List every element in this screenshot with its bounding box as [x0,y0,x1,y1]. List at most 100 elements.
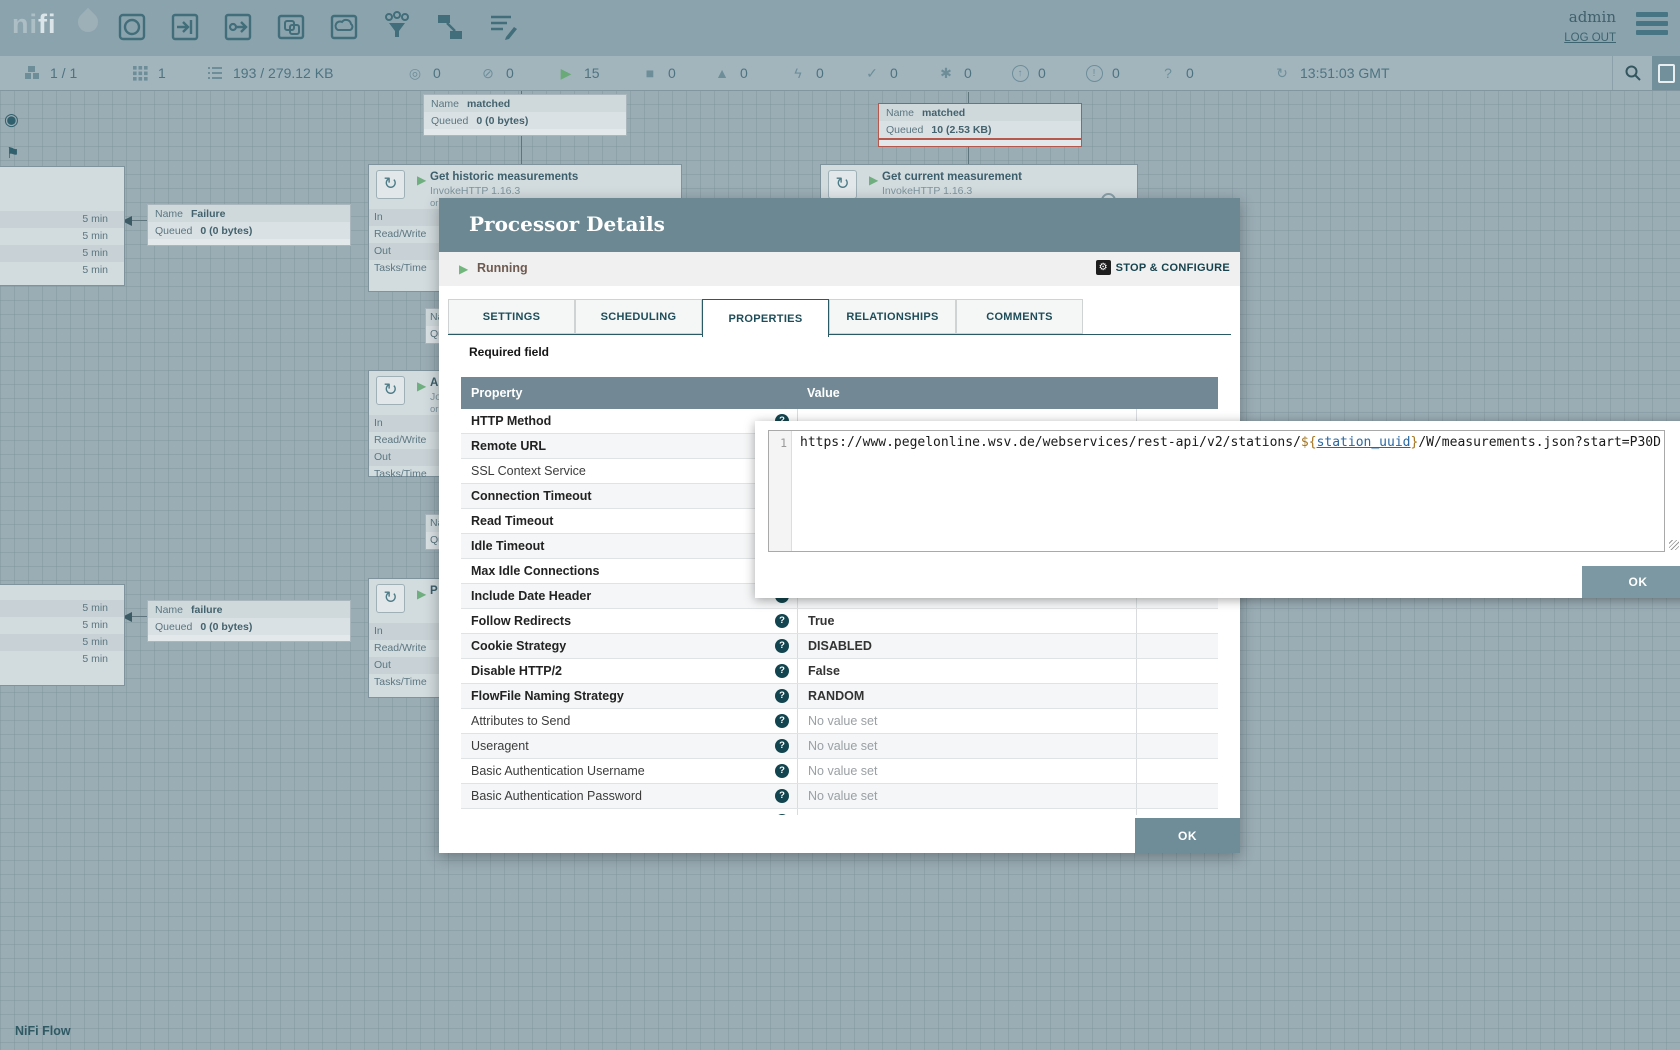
property-value[interactable]: No value set [797,734,1136,758]
label-icon[interactable] [488,11,518,43]
property-extra-cell [1136,784,1218,808]
tab-relationships[interactable]: RELATIONSHIPS [829,299,956,334]
primary-node-badge-icon: ◉ [4,110,19,130]
status-counter-running: ▶15 [556,56,600,90]
tab-comments[interactable]: COMMENTS [956,299,1083,334]
input-port-icon[interactable] [170,11,200,43]
property-row[interactable]: Useragent?No value set [461,734,1218,759]
processor-offscreen-left[interactable]: 5 min 5 min 5 min 5 min [0,584,125,686]
property-row[interactable]: Cookie Strategy?DISABLED [461,634,1218,659]
property-value[interactable]: False [797,659,1136,683]
connection-label-highlighted[interactable]: Namematched Queued10 (2.53 KB) [878,103,1082,147]
help-icon[interactable]: ? [775,689,789,703]
value-editor-textarea[interactable]: 1 https://www.pegelonline.wsv.de/webserv… [768,430,1665,552]
property-extra-cell [1136,709,1218,733]
property-row[interactable]: Follow Redirects?True [461,609,1218,634]
editor-ok-button[interactable]: OK [1582,566,1680,598]
global-menu-icon[interactable] [1636,12,1668,38]
grid-icon [130,65,150,81]
property-value[interactable]: No value set [797,709,1136,733]
running-icon: ▶ [869,173,878,187]
logout-link[interactable]: LOG OUT [1564,32,1616,44]
processor-offscreen-left[interactable]: 5 min 5 min 5 min 5 min [0,166,125,286]
processor-icon: ↻ [376,584,405,613]
locally-modified-icon: ✱ [936,65,956,82]
tab-settings[interactable]: SETTINGS [448,299,575,334]
property-row[interactable]: Disable HTTP/2?False [461,659,1218,684]
remote-url-value: https://www.pegelonline.wsv.de/webservic… [792,431,1661,551]
connection-label[interactable]: Namematched Queued0 (0 bytes) [423,94,627,136]
tag-badge-icon: ⚑ [6,144,19,162]
help-icon[interactable]: ? [775,639,789,653]
status-counter-stopped: ■0 [640,56,676,90]
up-to-date-icon: ✓ [862,65,882,82]
not-transmitting-icon: ⊘ [478,65,498,82]
dialog-ok-button[interactable]: OK [1135,818,1240,853]
property-name: Cookie Strategy? [461,634,797,658]
value-editor-popup: 1 https://www.pegelonline.wsv.de/webserv… [755,421,1680,598]
running-icon: ▶ [417,587,426,601]
remote-process-group-icon[interactable] [329,11,359,43]
help-icon[interactable]: ? [775,739,789,753]
last-refresh[interactable]: ↻ 13:51:03 GMT [1272,56,1390,90]
tab-scheduling[interactable]: SCHEDULING [575,299,702,334]
processor-icon[interactable] [117,11,147,43]
stop-configure-icon: ⚙ [1096,260,1111,275]
connection-line [132,616,148,617]
top-toolbar: nifi admin LOG OUT [0,0,1680,56]
connection-label[interactable]: NameFailure Queued0 (0 bytes) [147,204,351,246]
output-port-icon[interactable] [223,11,253,43]
expression-variable: station_uuid [1317,435,1411,450]
property-row-clipped: ? [461,809,1218,815]
property-value[interactable]: No value set [797,784,1136,808]
property-value[interactable]: DISABLED [797,634,1136,658]
property-row[interactable]: Basic Authentication Username?No value s… [461,759,1218,784]
processor-timing: 5 min [0,228,124,245]
property-row[interactable]: FlowFile Naming Strategy?RANDOM [461,684,1218,709]
column-property: Property [461,386,797,400]
connection-label[interactable]: Namefailure Queued0 (0 bytes) [147,600,351,642]
column-value: Value [797,386,1136,400]
property-name: Useragent? [461,734,797,758]
processor-timing: 5 min [0,634,124,651]
property-value[interactable]: No value set [797,759,1136,783]
processor-timing: 5 min [0,600,124,617]
help-icon[interactable]: ? [775,614,789,628]
dialog-header: Processor Details [439,198,1240,252]
property-extra-cell [1136,659,1218,683]
property-name: Disable HTTP/2? [461,659,797,683]
property-name: Include Date Header? [461,584,797,608]
help-icon[interactable]: ? [775,714,789,728]
help-icon[interactable]: ? [775,664,789,678]
refresh-icon[interactable]: ↻ [1272,65,1292,82]
current-user: admin [1564,8,1616,26]
property-name: Basic Authentication Username? [461,759,797,783]
stop-and-configure-button[interactable]: ⚙ STOP & CONFIGURE [1096,260,1230,275]
breadcrumb-nifi-flow[interactable]: NiFi Flow [15,1024,71,1038]
process-group-icon[interactable] [276,11,306,43]
property-value[interactable]: True [797,609,1136,633]
funnel-icon[interactable] [382,11,412,43]
sync-failure-icon: ? [1158,65,1178,81]
bulletin-board-button[interactable] [1652,56,1680,90]
property-name: Connection Timeout? [461,484,797,508]
disabled-icon: ϟ [788,65,808,81]
template-icon[interactable] [435,11,465,43]
property-row[interactable]: Attributes to Send?No value set [461,709,1218,734]
help-icon[interactable]: ? [775,789,789,803]
search-icon [1624,64,1642,82]
property-name: HTTP Method? [461,409,797,433]
search-button[interactable] [1612,56,1653,90]
table-header: Property Value [461,377,1218,409]
processor-icon: ↻ [376,376,405,405]
property-value[interactable]: RANDOM [797,684,1136,708]
tab-properties[interactable]: PROPERTIES [702,299,829,337]
status-counter-disabled: ϟ0 [788,56,824,90]
invokehttp-icon: ↻ [376,170,405,199]
dialog-title: Processor Details [469,212,665,236]
property-row[interactable]: Basic Authentication Password?No value s… [461,784,1218,809]
stopped-icon: ■ [640,65,660,81]
help-icon[interactable]: ? [775,764,789,778]
resize-handle[interactable] [1669,540,1679,550]
queued-list-icon [205,65,225,81]
